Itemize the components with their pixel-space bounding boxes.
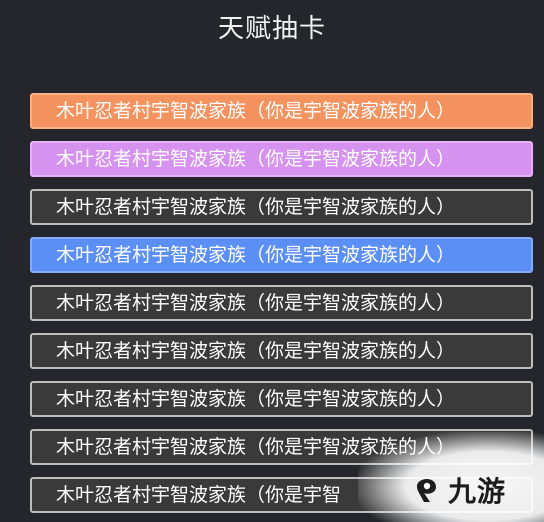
watermark: 九游 (358, 432, 544, 522)
watermark-text: 九游 (447, 475, 506, 508)
talent-card-1[interactable]: 木叶忍者村宇智波家族（你是宇智波家族的人） (30, 93, 533, 129)
talent-card-6[interactable]: 木叶忍者村宇智波家族（你是宇智波家族的人） (30, 333, 533, 369)
watermark-logo: 九游 (412, 470, 506, 510)
jiuyou-logo-icon (416, 479, 436, 502)
talent-card-3[interactable]: 木叶忍者村宇智波家族（你是宇智波家族的人） (30, 189, 533, 225)
talent-card-5[interactable]: 木叶忍者村宇智波家族（你是宇智波家族的人） (30, 285, 533, 321)
talent-card-2[interactable]: 木叶忍者村宇智波家族（你是宇智波家族的人） (30, 141, 533, 177)
talent-card-7[interactable]: 木叶忍者村宇智波家族（你是宇智波家族的人） (30, 381, 533, 417)
page-title: 天赋抽卡 (217, 14, 326, 44)
talent-card-4[interactable]: 木叶忍者村宇智波家族（你是宇智波家族的人） (30, 237, 533, 273)
talent-draw-screen: 天赋抽卡 木叶忍者村宇智波家族（你是宇智波家族的人） 木叶忍者村宇智波家族（你是… (0, 0, 544, 522)
